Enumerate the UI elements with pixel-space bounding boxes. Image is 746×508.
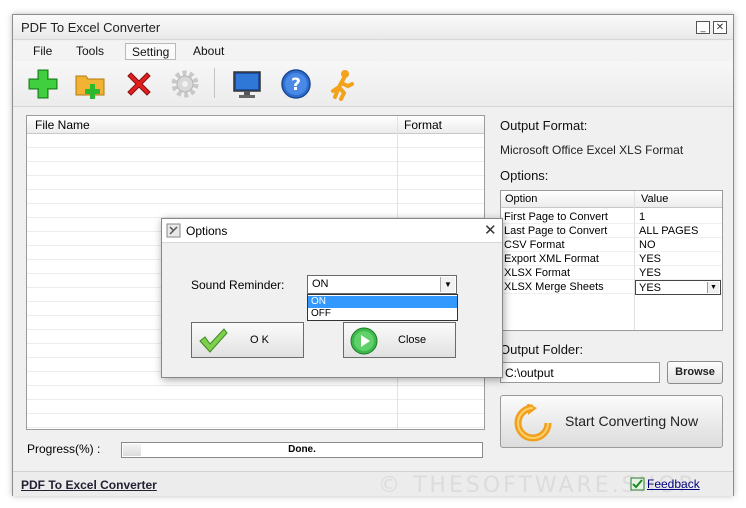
- dialog-title: Options: [186, 224, 228, 238]
- option-row[interactable]: XLSX Merge Sheets YES ▼: [501, 280, 722, 295]
- option-row[interactable]: Export XML Format YES: [501, 252, 722, 266]
- settings-icon: [171, 70, 199, 98]
- options-table-header: Option Value: [501, 191, 722, 208]
- svg-text:?: ?: [291, 75, 301, 95]
- sound-reminder-label: Sound Reminder:: [191, 278, 285, 292]
- option-key: XLSX Merge Sheets: [504, 281, 604, 293]
- sound-reminder-select[interactable]: ON ▼: [307, 275, 457, 294]
- feedback-link[interactable]: Feedback: [647, 477, 700, 491]
- help-button[interactable]: ?: [279, 67, 313, 101]
- option-key: Export XML Format: [504, 253, 599, 265]
- close-label: Close: [398, 334, 427, 346]
- add-folder-button[interactable]: [74, 67, 108, 101]
- output-folder-input[interactable]: C:\output: [500, 362, 660, 383]
- remove-button[interactable]: [122, 67, 156, 101]
- option-row[interactable]: XLSX Format YES: [501, 266, 722, 280]
- status-bar: PDF To Excel Converter © THESOFTWARE.SHO…: [13, 471, 733, 498]
- toolbar-separator: [214, 68, 215, 98]
- output-folder-label: Output Folder:: [500, 342, 584, 357]
- close-window-button[interactable]: ✕: [713, 21, 727, 34]
- progress-bar: Done.: [121, 442, 483, 458]
- output-format-label: Output Format:: [500, 118, 588, 133]
- merge-sheets-select[interactable]: YES ▼: [635, 280, 721, 295]
- option-key: CSV Format: [504, 239, 565, 251]
- title-bar: PDF To Excel Converter _ ✕: [13, 15, 733, 40]
- options-table: Option Value First Page to Convert 1 Las…: [500, 190, 723, 331]
- help-icon: ?: [281, 69, 311, 99]
- refresh-icon: [514, 404, 552, 442]
- menu-tools[interactable]: Tools: [70, 43, 110, 60]
- option-row[interactable]: CSV Format NO: [501, 238, 722, 252]
- ok-button[interactable]: O K: [191, 322, 304, 358]
- chevron-down-icon[interactable]: ▼: [707, 282, 719, 293]
- option-value: NO: [639, 239, 656, 251]
- options-label: Options:: [500, 168, 549, 183]
- add-icon: [28, 69, 58, 99]
- menu-file[interactable]: File: [27, 43, 58, 60]
- column-format[interactable]: Format: [404, 118, 442, 132]
- ok-label: O K: [250, 334, 269, 346]
- dropdown-option-on[interactable]: ON: [308, 296, 457, 308]
- option-value: YES: [639, 253, 662, 265]
- monitor-button[interactable]: [230, 67, 264, 101]
- app-home-link[interactable]: PDF To Excel Converter: [21, 478, 157, 492]
- running-man-icon: [331, 70, 354, 101]
- progress-label: Progress(%) :: [27, 442, 101, 456]
- column-value: Value: [641, 193, 669, 205]
- option-value: 1: [639, 211, 646, 223]
- remove-icon: [127, 72, 151, 96]
- close-icon[interactable]: ✕: [484, 221, 497, 239]
- option-key: Last Page to Convert: [504, 225, 608, 237]
- dropdown-option-off[interactable]: OFF: [308, 308, 457, 320]
- file-list-header: File Name Format: [27, 116, 484, 134]
- monitor-icon: [233, 71, 261, 98]
- progress-status: Done.: [288, 444, 316, 455]
- option-value: YES: [639, 282, 662, 294]
- option-key: First Page to Convert: [504, 211, 608, 223]
- option-row[interactable]: First Page to Convert 1: [501, 210, 722, 224]
- start-converting-label: Start Converting Now: [565, 413, 699, 429]
- start-converting-button[interactable]: Start Converting Now: [500, 395, 723, 448]
- add-folder-icon: [75, 75, 105, 99]
- option-row[interactable]: Last Page to Convert ALL PAGES: [501, 224, 722, 238]
- window-title: PDF To Excel Converter: [21, 20, 161, 35]
- toolbar: ?: [13, 61, 733, 107]
- run-button[interactable]: [326, 67, 360, 101]
- dialog-title-bar: Options ✕: [162, 219, 502, 243]
- column-file-name[interactable]: File Name: [35, 118, 90, 132]
- chevron-down-icon[interactable]: ▼: [440, 277, 455, 292]
- close-button[interactable]: Close: [343, 322, 456, 358]
- output-format-value: Microsoft Office Excel XLS Format: [500, 143, 684, 157]
- minimize-button[interactable]: _: [696, 21, 710, 34]
- play-circle-icon: [350, 327, 378, 355]
- option-key: XLSX Format: [504, 267, 571, 279]
- browse-button[interactable]: Browse: [667, 361, 723, 384]
- menu-bar: File Tools Setting About: [13, 41, 733, 61]
- dialog-app-icon: [166, 223, 181, 238]
- options-dialog: Options ✕ Sound Reminder: ON ▼ ON OFF O …: [161, 218, 503, 378]
- sound-reminder-value: ON: [312, 278, 329, 290]
- feedback-icon[interactable]: [630, 477, 645, 491]
- menu-about[interactable]: About: [187, 43, 230, 60]
- checkmark-icon: [199, 328, 228, 353]
- column-option: Option: [505, 193, 538, 205]
- add-file-button[interactable]: [26, 67, 60, 101]
- menu-setting[interactable]: Setting: [125, 43, 177, 60]
- settings-button[interactable]: [168, 67, 202, 101]
- column-divider: [634, 191, 635, 330]
- option-value: ALL PAGES: [639, 225, 699, 237]
- option-value: YES: [639, 267, 662, 279]
- sound-reminder-dropdown: ON OFF: [307, 294, 458, 321]
